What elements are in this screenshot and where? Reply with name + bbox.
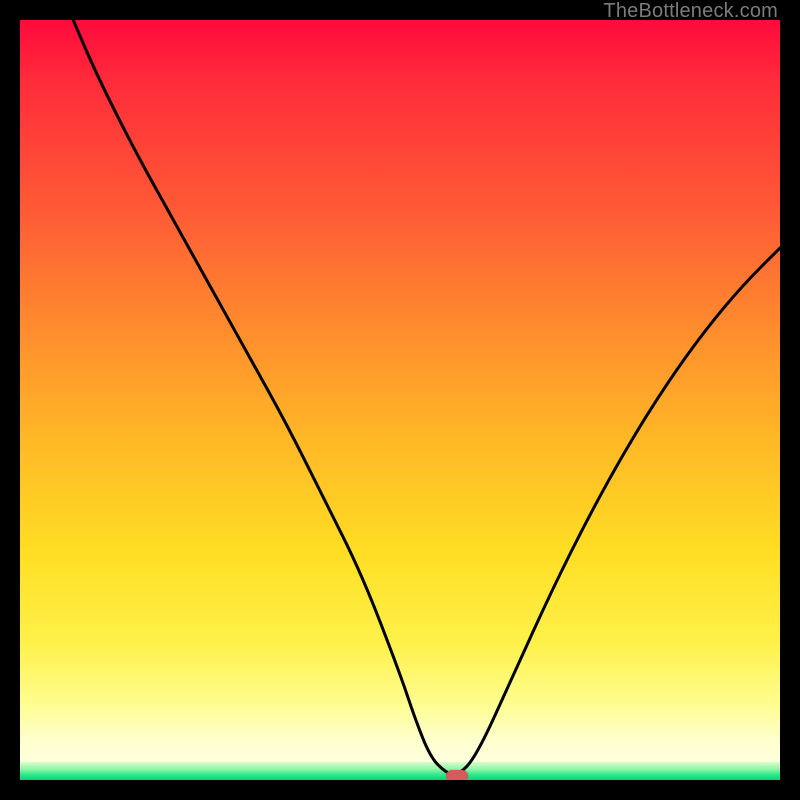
bottleneck-curve — [20, 20, 780, 780]
optimal-marker — [446, 770, 468, 780]
chart-frame: TheBottleneck.com — [0, 0, 800, 800]
plot-area — [20, 20, 780, 780]
